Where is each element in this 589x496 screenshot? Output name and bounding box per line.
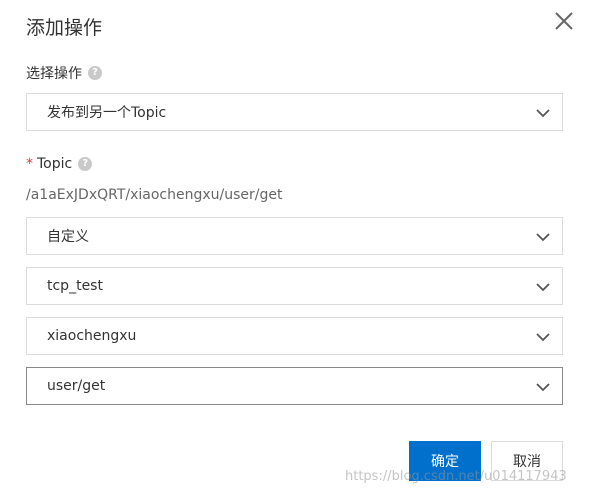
chevron-down-icon <box>536 333 550 342</box>
dialog-title: 添加操作 <box>26 17 103 39</box>
close-icon[interactable] <box>553 10 575 32</box>
chevron-down-icon <box>536 383 550 392</box>
chevron-down-icon <box>536 109 550 118</box>
topic-label: Topic <box>37 156 73 172</box>
operation-select-value: 发布到另一个Topic <box>47 105 167 121</box>
topic-suffix-select[interactable]: user/get <box>26 367 563 405</box>
topic-suffix-value: user/get <box>47 378 106 394</box>
device-value: xiaochengxu <box>47 328 137 344</box>
chevron-down-icon <box>536 283 550 292</box>
product-value: tcp_test <box>47 278 103 294</box>
operation-label: 选择操作 <box>26 66 82 82</box>
required-mark: * <box>26 156 33 172</box>
add-action-dialog: 添加操作 选择操作 ? 发布到另一个Topic * Topic ? /a1aEx… <box>0 0 589 496</box>
product-select[interactable]: tcp_test <box>26 267 563 305</box>
watermark: https://blog.csdn.net/u014117943 <box>345 469 567 484</box>
chevron-down-icon <box>536 233 550 242</box>
device-select[interactable]: xiaochengxu <box>26 317 563 355</box>
topic-type-value: 自定义 <box>47 229 89 245</box>
operation-select[interactable]: 发布到另一个Topic <box>26 93 563 131</box>
topic-path: /a1aExJDxQRT/xiaochengxu/user/get <box>26 187 283 203</box>
topic-label-row: * Topic ? <box>26 156 93 172</box>
question-circle-icon[interactable]: ? <box>78 157 93 171</box>
operation-label-row: 选择操作 ? <box>26 63 102 83</box>
question-circle-icon[interactable]: ? <box>88 66 102 80</box>
topic-type-select[interactable]: 自定义 <box>26 217 563 255</box>
